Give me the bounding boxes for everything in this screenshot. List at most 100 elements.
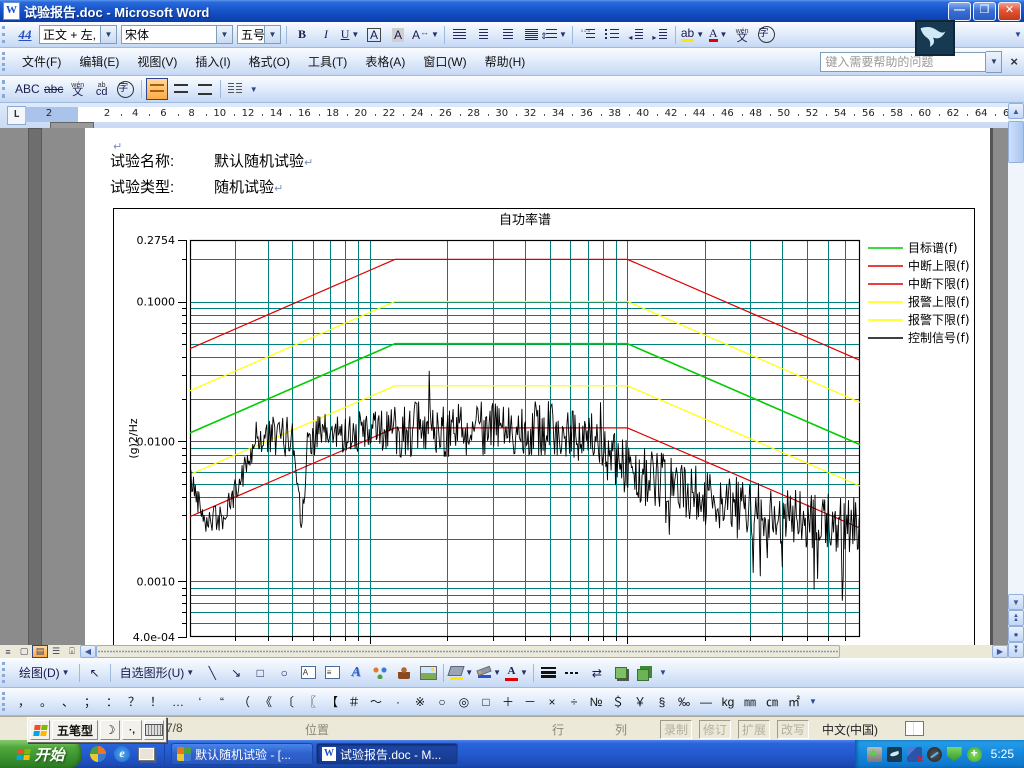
menu-item[interactable]: 格式(O) bbox=[240, 49, 299, 74]
normal-view-button[interactable]: ≡ bbox=[0, 645, 16, 658]
insert-picture-button[interactable] bbox=[417, 662, 439, 684]
status-toggle-1[interactable]: 修订 bbox=[699, 720, 731, 739]
symbol-button[interactable]: ！ bbox=[145, 691, 167, 713]
psd-chart[interactable]: 自功率谱0.27540.10000.01000.00104.0e-04(g)2/… bbox=[113, 208, 975, 645]
symbol-button[interactable]: ； bbox=[79, 691, 101, 713]
dropdown-icon[interactable]: ▼ bbox=[493, 668, 501, 677]
document-text-line[interactable]: 试验名称:默认随机试验↵ bbox=[110, 150, 313, 171]
web-layout-view-button[interactable]: ▢ bbox=[16, 645, 32, 658]
menubar-close-icon[interactable]: × bbox=[1010, 54, 1018, 69]
taskbar-window-button-1[interactable]: W试验报告.doc - M... bbox=[316, 743, 458, 765]
horizontal-in-vertical-button[interactable]: abcd bbox=[91, 78, 113, 100]
enclosed-character-button-2[interactable]: 字 bbox=[115, 78, 137, 100]
symbol-button[interactable]: ‰ bbox=[673, 691, 695, 713]
ime-fullwidth-icon[interactable]: ☽ bbox=[100, 720, 120, 740]
dropdown-icon[interactable]: ▼ bbox=[559, 30, 567, 39]
toolbar-grip[interactable] bbox=[2, 26, 10, 44]
taskbar-window-button-0[interactable]: 默认随机试验 - [... bbox=[171, 743, 313, 765]
dropdown-icon[interactable]: ▼ bbox=[465, 668, 473, 677]
next-page-button[interactable]: ▼▼ bbox=[1008, 642, 1024, 658]
symbol-button[interactable]: 〔 bbox=[277, 691, 299, 713]
quick-launch-show-desktop-icon[interactable] bbox=[136, 744, 156, 764]
columns-button[interactable] bbox=[225, 78, 247, 100]
vertical-ruler[interactable] bbox=[28, 128, 42, 645]
style-combo[interactable]: 正文 + 左,▼ bbox=[39, 25, 117, 44]
character-shading-button[interactable]: A bbox=[387, 24, 409, 46]
symbol-button[interactable]: ÷ bbox=[563, 691, 585, 713]
scroll-down-icon[interactable]: ▼ bbox=[1008, 594, 1024, 610]
autoshapes-menu-button[interactable]: 自选图形(U)▼ bbox=[115, 660, 200, 686]
vertical-scroll-thumb[interactable] bbox=[1008, 121, 1024, 163]
language-indicator[interactable]: 中文(中国) bbox=[822, 721, 878, 738]
line-spacing-button[interactable]: ▼ bbox=[545, 24, 568, 46]
reading-layout-button[interactable]: ⌻ bbox=[64, 645, 80, 658]
draw-menu-button[interactable]: 绘图(D)▼ bbox=[14, 660, 75, 686]
size-combo[interactable]: 五号▼ bbox=[237, 25, 281, 44]
symbol-button[interactable]: ○ bbox=[431, 691, 453, 713]
menu-item[interactable]: 工具(T) bbox=[299, 49, 356, 74]
dash-style-button[interactable] bbox=[562, 662, 584, 684]
symbol-button[interactable]: 。 bbox=[35, 691, 57, 713]
status-toggle-3[interactable]: 改写 bbox=[777, 720, 809, 739]
dropdown-icon[interactable]: ▼ bbox=[351, 30, 359, 39]
vertical-scroll-track[interactable] bbox=[1008, 163, 1024, 594]
dropdown-icon[interactable]: ▼ bbox=[216, 26, 232, 43]
tray-shield-icon[interactable] bbox=[947, 747, 962, 762]
menu-item[interactable]: 表格(A) bbox=[356, 49, 414, 74]
close-button[interactable]: ✕ bbox=[998, 2, 1021, 21]
phonetic-text-button[interactable]: wén文 bbox=[67, 78, 89, 100]
outline-view-button[interactable]: ☰ bbox=[48, 645, 64, 658]
arrow-button[interactable]: ↘ bbox=[225, 662, 247, 684]
dropdown-icon[interactable]: ▼ bbox=[720, 30, 728, 39]
symbol-button[interactable]: “ bbox=[211, 691, 233, 713]
ime-bar[interactable]: 五笔型 ☽ ·, bbox=[27, 717, 167, 743]
menu-item[interactable]: 文件(F) bbox=[13, 49, 70, 74]
align-right-button[interactable] bbox=[497, 24, 519, 46]
menu-item[interactable]: 帮助(H) bbox=[476, 49, 535, 74]
dropdown-icon[interactable]: ▼ bbox=[431, 30, 439, 39]
toolbar-options-button-3[interactable]: ▼ bbox=[657, 658, 669, 687]
tray-swallow-ime-icon[interactable] bbox=[887, 747, 902, 762]
vertical-scrollbar[interactable]: ▲ ▼ ▲▲ ● ▼▼ bbox=[1008, 103, 1024, 658]
pinyin-abc-button[interactable]: ABC bbox=[14, 78, 41, 100]
phonetic-guide-button[interactable]: wén文 bbox=[731, 24, 753, 46]
symbol-button[interactable]: □ bbox=[475, 691, 497, 713]
line-spacing-15-button[interactable] bbox=[170, 78, 192, 100]
symbol-button[interactable]: （ bbox=[233, 691, 255, 713]
symbol-button[interactable]: ㎝ bbox=[761, 691, 783, 713]
scroll-up-icon[interactable]: ▲ bbox=[1008, 103, 1024, 119]
symbol-button[interactable]: － bbox=[519, 691, 541, 713]
help-dropdown-icon[interactable]: ▼ bbox=[986, 51, 1002, 73]
symbol-button[interactable]: № bbox=[585, 691, 607, 713]
line-spacing-double-button[interactable] bbox=[194, 78, 216, 100]
enclosed-character-button[interactable]: 字 bbox=[755, 24, 777, 46]
ime-name-button[interactable]: 五笔型 bbox=[52, 720, 98, 740]
symbol-button[interactable]: kg bbox=[717, 691, 739, 713]
print-layout-view-button[interactable]: ▤ bbox=[32, 645, 48, 658]
menu-item[interactable]: 插入(I) bbox=[186, 49, 239, 74]
toolbar-options-button-2[interactable]: ▼ bbox=[248, 76, 260, 102]
symbol-button[interactable]: ？ bbox=[123, 691, 145, 713]
menu-item[interactable]: 视图(V) bbox=[128, 49, 186, 74]
numbering-button[interactable] bbox=[577, 24, 599, 46]
italic-button[interactable]: I bbox=[315, 24, 337, 46]
scroll-left-icon[interactable]: ◀ bbox=[80, 645, 96, 658]
status-toggle-2[interactable]: 扩展 bbox=[738, 720, 770, 739]
dropdown-icon[interactable]: ▼ bbox=[100, 26, 116, 43]
drawing-grip[interactable] bbox=[2, 662, 10, 682]
ime-punctuation-icon[interactable]: ·, bbox=[122, 720, 142, 740]
threed-style-button[interactable] bbox=[634, 662, 656, 684]
spelling-status-icon[interactable] bbox=[905, 721, 924, 736]
font-color-button[interactable]: A▼ bbox=[707, 24, 729, 46]
symbol-button[interactable]: 〖 bbox=[299, 691, 321, 713]
bullets-button[interactable] bbox=[601, 24, 623, 46]
shadow-style-button[interactable] bbox=[610, 662, 632, 684]
symbol-button[interactable]: ～ bbox=[365, 691, 387, 713]
symbol-button[interactable]: × bbox=[541, 691, 563, 713]
tray-health-plus-icon[interactable] bbox=[967, 747, 982, 762]
symbol-button[interactable]: 、 bbox=[57, 691, 79, 713]
symbol-button[interactable]: ＄ bbox=[607, 691, 629, 713]
character-border-button[interactable]: A bbox=[363, 24, 385, 46]
status-toggle-0[interactable]: 录制 bbox=[660, 720, 692, 739]
symbol-button[interactable]: 《 bbox=[255, 691, 277, 713]
